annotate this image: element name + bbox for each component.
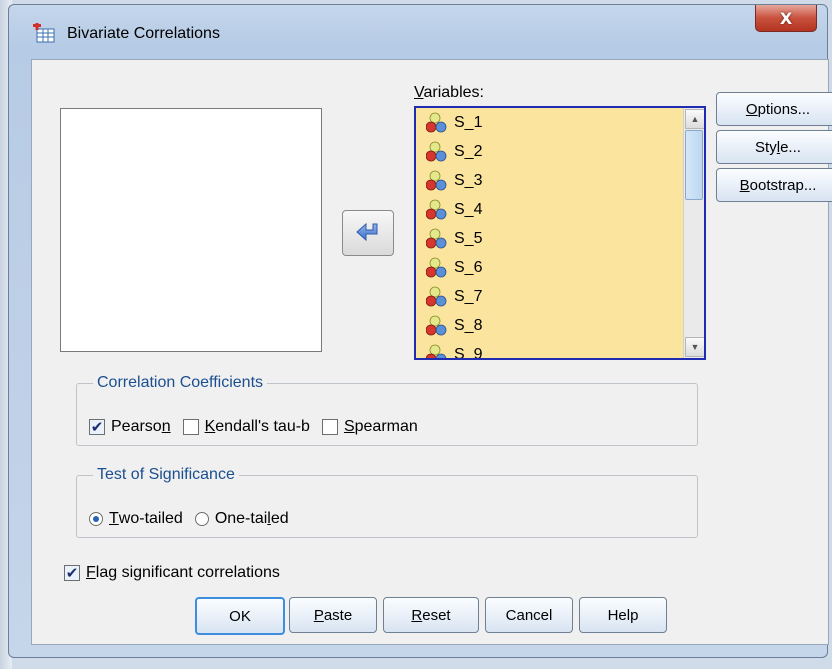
spearman-checkbox[interactable]: Spearman bbox=[321, 418, 418, 436]
close-icon: X bbox=[779, 8, 793, 28]
pearson-check-box[interactable]: ✔ bbox=[89, 419, 105, 435]
significance-options: Two-tailed One-tai l ed bbox=[89, 510, 301, 528]
scale-variable-icon bbox=[426, 257, 447, 277]
variable-name: S_7 bbox=[454, 287, 483, 305]
test-of-significance-legend: Test of Significance bbox=[97, 466, 235, 483]
variable-name: S_1 bbox=[454, 113, 483, 131]
flag-check-box[interactable]: ✔ bbox=[64, 565, 80, 581]
variable-name: S_3 bbox=[454, 171, 483, 189]
variable-item[interactable]: S_3 bbox=[416, 166, 682, 195]
scale-variable-icon bbox=[426, 228, 447, 248]
scale-variable-icon bbox=[426, 286, 447, 306]
scroll-up-button[interactable]: ▲ bbox=[685, 109, 704, 129]
variable-item[interactable]: S_7 bbox=[416, 282, 682, 311]
variable-name: S_8 bbox=[454, 316, 483, 334]
variables-list[interactable]: S_1 S_2 S_3 S_4 S_5 S_6 S_7 S_8 S_9 ▲ ▼ bbox=[414, 106, 706, 360]
scroll-thumb[interactable] bbox=[685, 130, 703, 200]
title-bar: Bivariate Correlations X bbox=[9, 5, 827, 55]
style-button[interactable]: Sty l e... bbox=[716, 130, 832, 164]
variable-name: S_2 bbox=[454, 142, 483, 160]
reset-button[interactable]: Reset bbox=[383, 597, 479, 633]
ok-button[interactable]: OK bbox=[195, 597, 285, 635]
variable-item[interactable]: S_2 bbox=[416, 137, 682, 166]
source-variable-list[interactable] bbox=[60, 108, 322, 352]
variable-name: S_6 bbox=[454, 258, 483, 276]
scale-variable-icon bbox=[426, 112, 447, 132]
variables-items: S_1 S_2 S_3 S_4 S_5 S_6 S_7 S_8 S_9 bbox=[416, 108, 682, 360]
scale-variable-icon bbox=[426, 141, 447, 161]
coefficient-options: ✔ Pearso n Kendall's tau-b Spearman bbox=[89, 418, 430, 436]
scale-variable-icon bbox=[426, 199, 447, 219]
one-tailed-radio-dot[interactable] bbox=[194, 512, 209, 526]
kendall-checkbox[interactable]: Kendall's tau-b bbox=[182, 418, 310, 436]
pearson-checkbox[interactable]: ✔ Pearso n bbox=[89, 418, 171, 436]
variable-item[interactable]: S_4 bbox=[416, 195, 682, 224]
bootstrap-button[interactable]: Bootstrap... bbox=[716, 168, 832, 202]
variables-scrollbar[interactable]: ▲ ▼ bbox=[683, 108, 704, 358]
two-tailed-radio[interactable]: Two-tailed bbox=[89, 510, 183, 528]
correlation-coefficients-legend: Correlation Coefficients bbox=[97, 374, 264, 391]
scale-variable-icon bbox=[426, 344, 447, 358]
variable-name: S_4 bbox=[454, 200, 483, 218]
dialog-body: Variables: S_1 S_2 S_3 S_4 S_5 S_6 S_7 S_8 S_9 ▲… bbox=[31, 59, 832, 645]
variable-item[interactable]: S_5 bbox=[416, 224, 682, 253]
dialog-window: Bivariate Correlations X Variables: S_1 S… bbox=[8, 4, 832, 658]
options-button[interactable]: Options... bbox=[716, 92, 832, 126]
variable-item[interactable]: S_1 bbox=[416, 108, 682, 137]
check-icon: ✔ bbox=[90, 418, 104, 436]
scale-variable-icon bbox=[426, 315, 447, 335]
variable-item[interactable]: S_8 bbox=[416, 311, 682, 340]
variables-label: Variables: bbox=[414, 84, 484, 102]
flag-significant-checkbox[interactable]: ✔ Flag significant correlations bbox=[64, 564, 280, 582]
kendall-check-box[interactable] bbox=[182, 419, 199, 435]
app-icon bbox=[33, 23, 55, 43]
variables-label-text: ariables: bbox=[423, 84, 484, 101]
scroll-down-button[interactable]: ▼ bbox=[685, 337, 704, 357]
help-button[interactable]: Help bbox=[579, 597, 667, 633]
variable-name: S_9 bbox=[454, 345, 483, 360]
one-tailed-radio[interactable]: One-tai l ed bbox=[194, 510, 289, 528]
scale-variable-icon bbox=[426, 170, 447, 190]
variable-item[interactable]: S_9 bbox=[416, 340, 682, 360]
two-tailed-radio-dot[interactable] bbox=[89, 512, 103, 526]
correlation-coefficients-group: Correlation Coefficients ✔ Pearso n Kendal… bbox=[76, 374, 698, 446]
cancel-button[interactable]: Cancel bbox=[485, 597, 573, 633]
close-button[interactable]: X bbox=[755, 5, 817, 32]
test-of-significance-group: Test of Significance Two-tailed One-tai l… bbox=[76, 466, 698, 538]
variable-name: S_5 bbox=[454, 229, 483, 247]
variable-item[interactable]: S_6 bbox=[416, 253, 682, 282]
check-icon: ✔ bbox=[65, 564, 79, 582]
window-title: Bivariate Correlations bbox=[67, 25, 220, 42]
spearman-check-box[interactable] bbox=[321, 419, 338, 435]
move-variable-button[interactable] bbox=[342, 210, 394, 256]
arrow-left-icon bbox=[356, 222, 378, 242]
paste-button[interactable]: Paste bbox=[289, 597, 377, 633]
